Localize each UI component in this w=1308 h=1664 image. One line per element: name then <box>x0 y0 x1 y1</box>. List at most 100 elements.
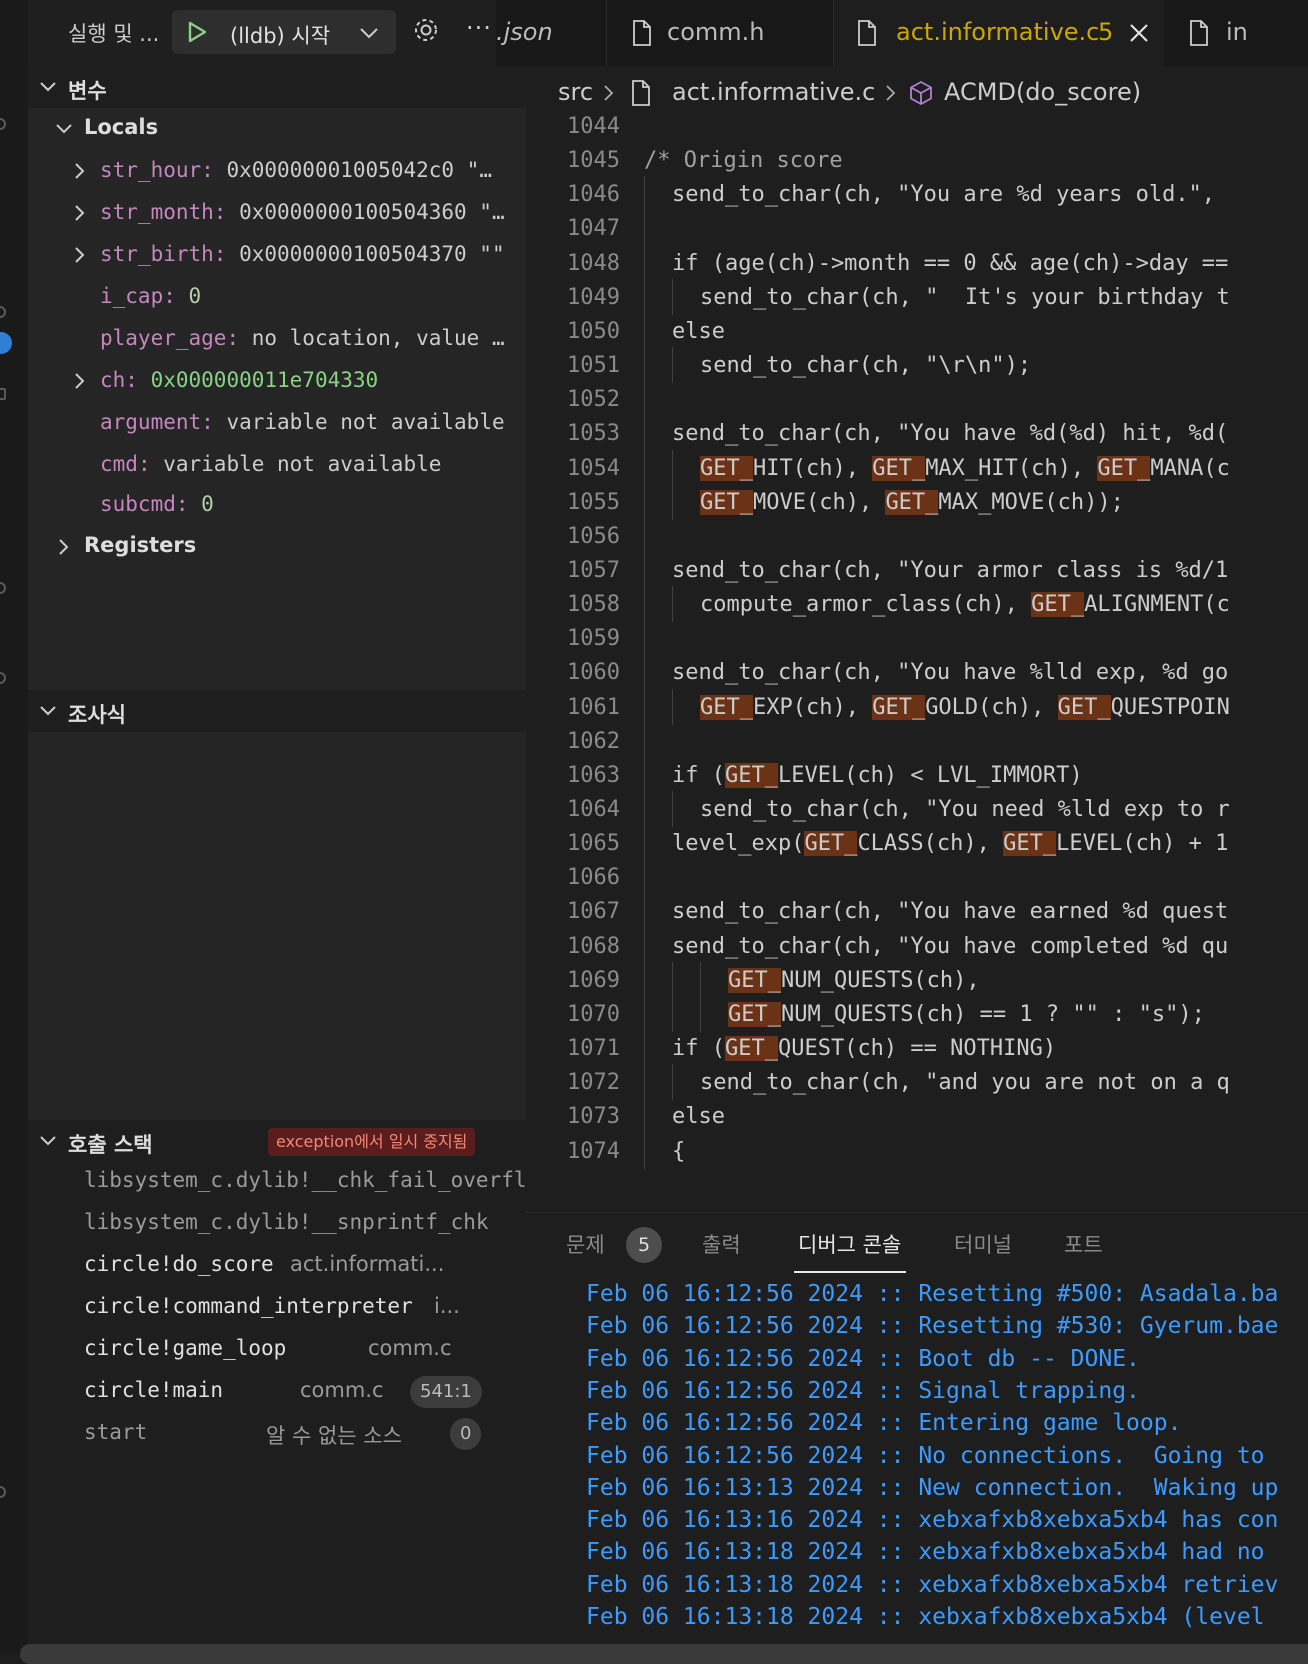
tab-debug-console[interactable]: 디버그 콘솔 <box>798 1229 901 1259</box>
code-line[interactable]: 1062 <box>526 722 1308 759</box>
chevron-right-icon[interactable] <box>70 203 90 223</box>
variable-row[interactable]: str_month: 0x0000000100504360 "… <box>28 192 526 232</box>
tab-ports[interactable]: 포트 <box>1064 1229 1103 1259</box>
code-line[interactable]: 1044 <box>526 108 1308 144</box>
chevron-right-icon[interactable] <box>70 245 90 265</box>
code-line[interactable]: 1068 send_to_char(ch, "You have completed… <box>526 927 1308 964</box>
line-number[interactable]: 1068 <box>526 934 620 959</box>
tab-act-informative-c[interactable]: act.informative.c 5 <box>834 0 1165 66</box>
line-number[interactable]: 1046 <box>526 182 620 207</box>
line-number[interactable]: 1044 <box>526 114 620 139</box>
code-line[interactable]: 1045 /* Origin score <box>526 142 1308 178</box>
breadcrumb-folder[interactable]: src <box>558 78 593 106</box>
line-number[interactable]: 1072 <box>526 1070 620 1095</box>
line-number[interactable]: 1073 <box>526 1104 620 1129</box>
code-editor[interactable]: 1044 1045 /* Origin score 1046 send_to_char(… <box>526 108 1308 1212</box>
line-number[interactable]: 1071 <box>526 1036 620 1061</box>
variables-section-header[interactable]: 변수 <box>28 66 526 108</box>
tab-output[interactable]: 출력 <box>702 1229 741 1259</box>
tab-problems[interactable]: 문제 <box>566 1229 605 1259</box>
line-number[interactable]: 1048 <box>526 251 620 276</box>
code-line[interactable]: 1069 GET_NUM_QUESTS(ch), <box>526 961 1308 998</box>
code-line[interactable]: 1055 GET_MOVE(ch), GET_MAX_MOVE(ch)); <box>526 483 1308 520</box>
line-number[interactable]: 1058 <box>526 592 620 617</box>
activity-icon[interactable] <box>0 388 6 400</box>
stack-frame-row[interactable]: circle!command_interpreter i... <box>84 1288 524 1328</box>
line-number[interactable]: 1056 <box>526 524 620 549</box>
code-line[interactable]: 1049 send_to_char(ch, " It's your birthda… <box>526 278 1308 315</box>
tab-terminal[interactable]: 터미널 <box>954 1229 1012 1259</box>
chevron-right-icon[interactable] <box>70 371 90 391</box>
line-number[interactable]: 1045 <box>526 148 620 173</box>
registers-scope-row[interactable]: Registers <box>28 526 526 566</box>
tab-in[interactable]: in <box>1164 0 1308 66</box>
code-line[interactable]: 1066 <box>526 859 1308 896</box>
variable-row[interactable]: i_cap: 0 <box>28 276 526 316</box>
watch-section-header[interactable]: 조사식 <box>28 690 526 732</box>
line-number[interactable]: 1065 <box>526 831 620 856</box>
breadcrumb-file[interactable]: act.informative.c <box>672 78 875 106</box>
line-number[interactable]: 1059 <box>526 626 620 651</box>
line-number[interactable]: 1051 <box>526 353 620 378</box>
line-number[interactable]: 1053 <box>526 421 620 446</box>
code-line[interactable]: 1065 level_exp(GET_CLASS(ch), GET_LEVEL(c… <box>526 825 1308 862</box>
chevron-right-icon[interactable] <box>70 161 90 181</box>
code-line[interactable]: 1074 { <box>526 1132 1308 1169</box>
code-line[interactable]: 1064 send_to_char(ch, "You need %lld exp … <box>526 791 1308 827</box>
code-line[interactable]: 1051 send_to_char(ch, "\r\n"); <box>526 347 1308 384</box>
tab-comm-h[interactable]: comm.h <box>607 0 834 66</box>
locals-scope-row[interactable]: Locals <box>28 108 526 148</box>
stack-frame-row[interactable]: circle!main comm.c 541:1 <box>84 1372 524 1412</box>
variable-row[interactable]: str_birth: 0x0000000100504370 "" <box>28 234 526 274</box>
stack-frame-row[interactable]: circle!game_loop comm.c <box>84 1330 524 1370</box>
variable-row[interactable]: subcmd: 0 <box>28 484 526 524</box>
stack-frame-row[interactable]: start 알 수 없는 소스 0 <box>84 1414 524 1454</box>
tab-json[interactable]: .json <box>496 0 607 66</box>
line-number[interactable]: 1061 <box>526 695 620 720</box>
code-line[interactable]: 1056 <box>526 517 1308 554</box>
line-number[interactable]: 1063 <box>526 763 620 788</box>
code-line[interactable]: 1061 GET_EXP(ch), GET_GOLD(ch), GET_QUEST… <box>526 688 1308 725</box>
variable-row[interactable]: str_hour: 0x00000001005042c0 "… <box>28 150 526 190</box>
line-number[interactable]: 1057 <box>526 558 620 583</box>
line-number[interactable]: 1062 <box>526 729 620 754</box>
code-line[interactable]: 1048 if (age(ch)->month == 0 && age(ch)->… <box>526 244 1308 281</box>
activity-icon[interactable] <box>0 306 6 318</box>
code-line[interactable]: 1072 send_to_char(ch, "and you are not on… <box>526 1064 1308 1101</box>
activity-icon[interactable] <box>0 118 6 130</box>
horizontal-scrollbar[interactable] <box>20 1644 1308 1664</box>
line-number[interactable]: 1066 <box>526 865 620 890</box>
line-number[interactable]: 1067 <box>526 899 620 924</box>
code-line[interactable]: 1063 if (GET_LEVEL(ch) < LVL_IMMORT) <box>526 756 1308 793</box>
code-line[interactable]: 1071 if (GET_QUEST(ch) == NOTHING) <box>526 1030 1308 1067</box>
variable-row[interactable]: argument: variable not available <box>28 402 526 442</box>
line-number[interactable]: 1049 <box>526 285 620 310</box>
activity-icon[interactable] <box>0 582 6 594</box>
code-line[interactable]: 1054 GET_HIT(ch), GET_MAX_HIT(ch), GET_MA… <box>526 449 1308 486</box>
activity-icon[interactable] <box>0 1486 6 1498</box>
code-line[interactable]: 1070 GET_NUM_QUESTS(ch) == 1 ? "" : "s"); <box>526 995 1308 1032</box>
variable-row[interactable]: player_age: no location, value … <box>28 318 526 358</box>
line-number[interactable]: 1050 <box>526 319 620 344</box>
stack-frame-row[interactable]: circle!do_score act.informati... <box>84 1246 524 1286</box>
code-line[interactable]: 1067 send_to_char(ch, "You have earned %d… <box>526 893 1308 930</box>
gear-icon[interactable] <box>412 16 440 44</box>
line-number[interactable]: 1070 <box>526 1002 620 1027</box>
line-number[interactable]: 1074 <box>526 1139 620 1164</box>
code-line[interactable]: 1057 send_to_char(ch, "Your armor class i… <box>526 551 1308 588</box>
code-line[interactable]: 1052 <box>526 381 1308 418</box>
more-actions-icon[interactable]: ··· <box>466 14 492 42</box>
close-icon[interactable] <box>1128 22 1150 44</box>
code-line[interactable]: 1059 <box>526 620 1308 657</box>
code-line[interactable]: 1047 <box>526 210 1308 247</box>
code-line[interactable]: 1053 send_to_char(ch, "You have %d(%d) hi… <box>526 415 1308 452</box>
play-icon[interactable] <box>186 21 208 43</box>
line-number[interactable]: 1055 <box>526 490 620 515</box>
line-number[interactable]: 1047 <box>526 216 620 241</box>
variable-row[interactable]: ch: 0x000000011e704330 <box>28 360 526 400</box>
line-number[interactable]: 1069 <box>526 968 620 993</box>
launch-config-select[interactable]: (lldb) 시작 <box>172 10 396 54</box>
variable-row[interactable]: cmd: variable not available <box>28 444 526 484</box>
chevron-down-icon[interactable] <box>358 22 380 44</box>
line-number[interactable]: 1054 <box>526 456 620 481</box>
